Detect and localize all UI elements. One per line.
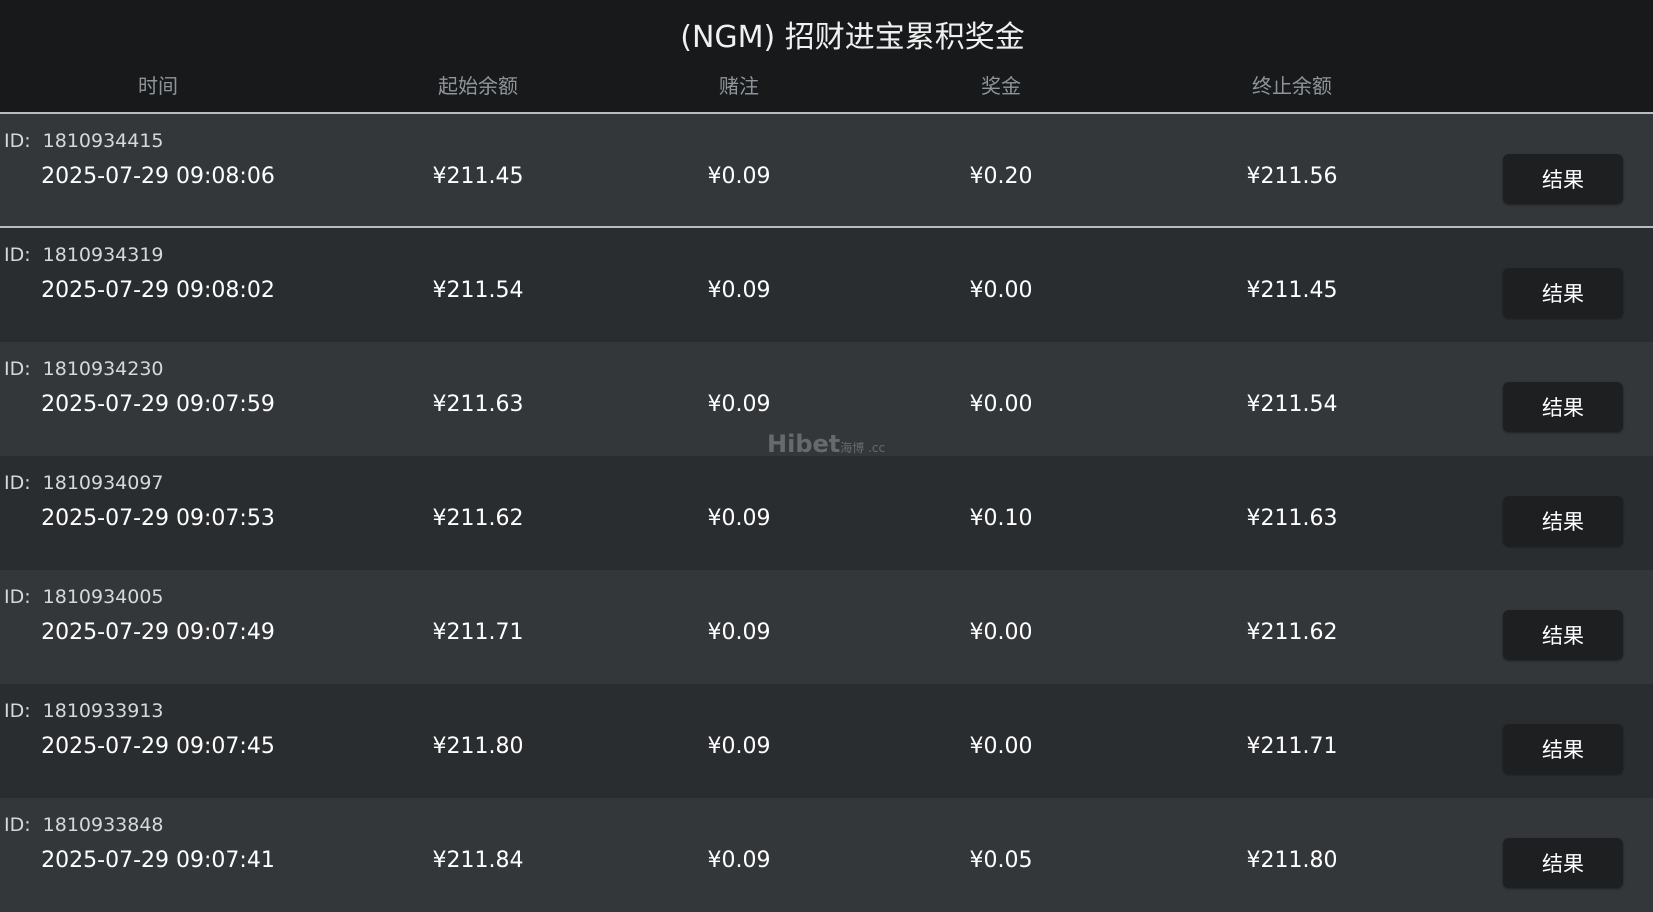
- row-bet: ¥0.09: [707, 620, 771, 645]
- row-id-value: 1810933913: [42, 700, 164, 722]
- column-header-prize: 奖金: [981, 74, 1021, 98]
- row-id: ID: 1810933913: [4, 700, 164, 722]
- result-button[interactable]: 结果: [1503, 838, 1623, 888]
- row-prize: ¥0.10: [969, 506, 1033, 531]
- table-row: ID: 1810934097 2025-07-29 09:07:53 ¥211.6…: [0, 456, 1653, 570]
- table-row: ID: 1810933913 2025-07-29 09:07:45 ¥211.8…: [0, 684, 1653, 798]
- id-label: ID:: [4, 814, 31, 836]
- table-row: ID: 1810934005 2025-07-29 09:07:49 ¥211.7…: [0, 570, 1653, 684]
- row-bet: ¥0.09: [707, 848, 771, 873]
- row-id: ID: 1810934005: [4, 586, 164, 608]
- row-bet: ¥0.09: [707, 734, 771, 759]
- row-time: 2025-07-29 09:07:53: [41, 506, 275, 531]
- result-button[interactable]: 结果: [1503, 724, 1623, 774]
- row-time: 2025-07-29 09:07:41: [41, 848, 275, 873]
- table-row: ID: 1810933848 2025-07-29 09:07:41 ¥211.8…: [0, 798, 1653, 912]
- hibet-watermark: Hibet海博 .cc: [767, 430, 885, 458]
- page-title: (NGM) 招财进宝累积奖金: [680, 20, 1025, 55]
- row-start-balance: ¥211.84: [432, 848, 524, 873]
- row-id: ID: 1810934319: [4, 244, 164, 266]
- column-header-time: 时间: [138, 74, 178, 98]
- row-id-value: 1810933848: [42, 814, 164, 836]
- row-end-balance: ¥211.45: [1246, 278, 1338, 303]
- history-table: ID: 1810934415 2025-07-29 09:08:06 ¥211.4…: [0, 114, 1653, 912]
- table-row: ID: 1810934415 2025-07-29 09:08:06 ¥211.4…: [0, 114, 1653, 228]
- row-time: 2025-07-29 09:07:45: [41, 734, 275, 759]
- row-id: ID: 1810934097: [4, 472, 164, 494]
- row-time: 2025-07-29 09:08:02: [41, 278, 275, 303]
- row-end-balance: ¥211.62: [1246, 620, 1338, 645]
- row-prize: ¥0.05: [969, 848, 1033, 873]
- watermark-suffix: 海博 .cc: [840, 441, 886, 455]
- row-id-value: 1810934005: [42, 586, 164, 608]
- result-button[interactable]: 结果: [1503, 610, 1623, 660]
- row-id-value: 1810934097: [42, 472, 164, 494]
- row-start-balance: ¥211.54: [432, 278, 524, 303]
- row-start-balance: ¥211.62: [432, 506, 524, 531]
- row-id-value: 1810934319: [42, 244, 164, 266]
- id-label: ID:: [4, 130, 31, 152]
- row-id: ID: 1810934230: [4, 358, 164, 380]
- row-start-balance: ¥211.80: [432, 734, 524, 759]
- row-end-balance: ¥211.63: [1246, 506, 1338, 531]
- row-id: ID: 1810933848: [4, 814, 164, 836]
- column-header-end-balance: 终止余额: [1252, 74, 1332, 98]
- row-prize: ¥0.00: [969, 620, 1033, 645]
- id-label: ID:: [4, 244, 31, 266]
- row-end-balance: ¥211.56: [1246, 164, 1338, 189]
- row-bet: ¥0.09: [707, 506, 771, 531]
- id-label: ID:: [4, 358, 31, 380]
- row-id-value: 1810934415: [42, 130, 164, 152]
- row-id: ID: 1810934415: [4, 130, 164, 152]
- row-end-balance: ¥211.80: [1246, 848, 1338, 873]
- row-bet: ¥0.09: [707, 278, 771, 303]
- result-button[interactable]: 结果: [1503, 382, 1623, 432]
- row-prize: ¥0.00: [969, 392, 1033, 417]
- watermark-brand: Hibet: [767, 430, 841, 458]
- row-time: 2025-07-29 09:07:49: [41, 620, 275, 645]
- row-bet: ¥0.09: [707, 392, 771, 417]
- row-start-balance: ¥211.45: [432, 164, 524, 189]
- row-prize: ¥0.00: [969, 734, 1033, 759]
- row-time: 2025-07-29 09:08:06: [41, 164, 275, 189]
- row-prize: ¥0.20: [969, 164, 1033, 189]
- history-header: (NGM) 招财进宝累积奖金 时间 起始余额 赌注 奖金 终止余额: [0, 0, 1653, 114]
- row-time: 2025-07-29 09:07:59: [41, 392, 275, 417]
- row-bet: ¥0.09: [707, 164, 771, 189]
- row-start-balance: ¥211.63: [432, 392, 524, 417]
- row-end-balance: ¥211.54: [1246, 392, 1338, 417]
- result-button[interactable]: 结果: [1503, 154, 1623, 204]
- id-label: ID:: [4, 586, 31, 608]
- result-button[interactable]: 结果: [1503, 268, 1623, 318]
- column-header-start-balance: 起始余额: [438, 74, 518, 98]
- row-start-balance: ¥211.71: [432, 620, 524, 645]
- row-id-value: 1810934230: [42, 358, 164, 380]
- result-button[interactable]: 结果: [1503, 496, 1623, 546]
- column-header-bet: 赌注: [719, 74, 759, 98]
- row-prize: ¥0.00: [969, 278, 1033, 303]
- id-label: ID:: [4, 472, 31, 494]
- id-label: ID:: [4, 700, 31, 722]
- row-end-balance: ¥211.71: [1246, 734, 1338, 759]
- table-row: ID: 1810934319 2025-07-29 09:08:02 ¥211.5…: [0, 228, 1653, 342]
